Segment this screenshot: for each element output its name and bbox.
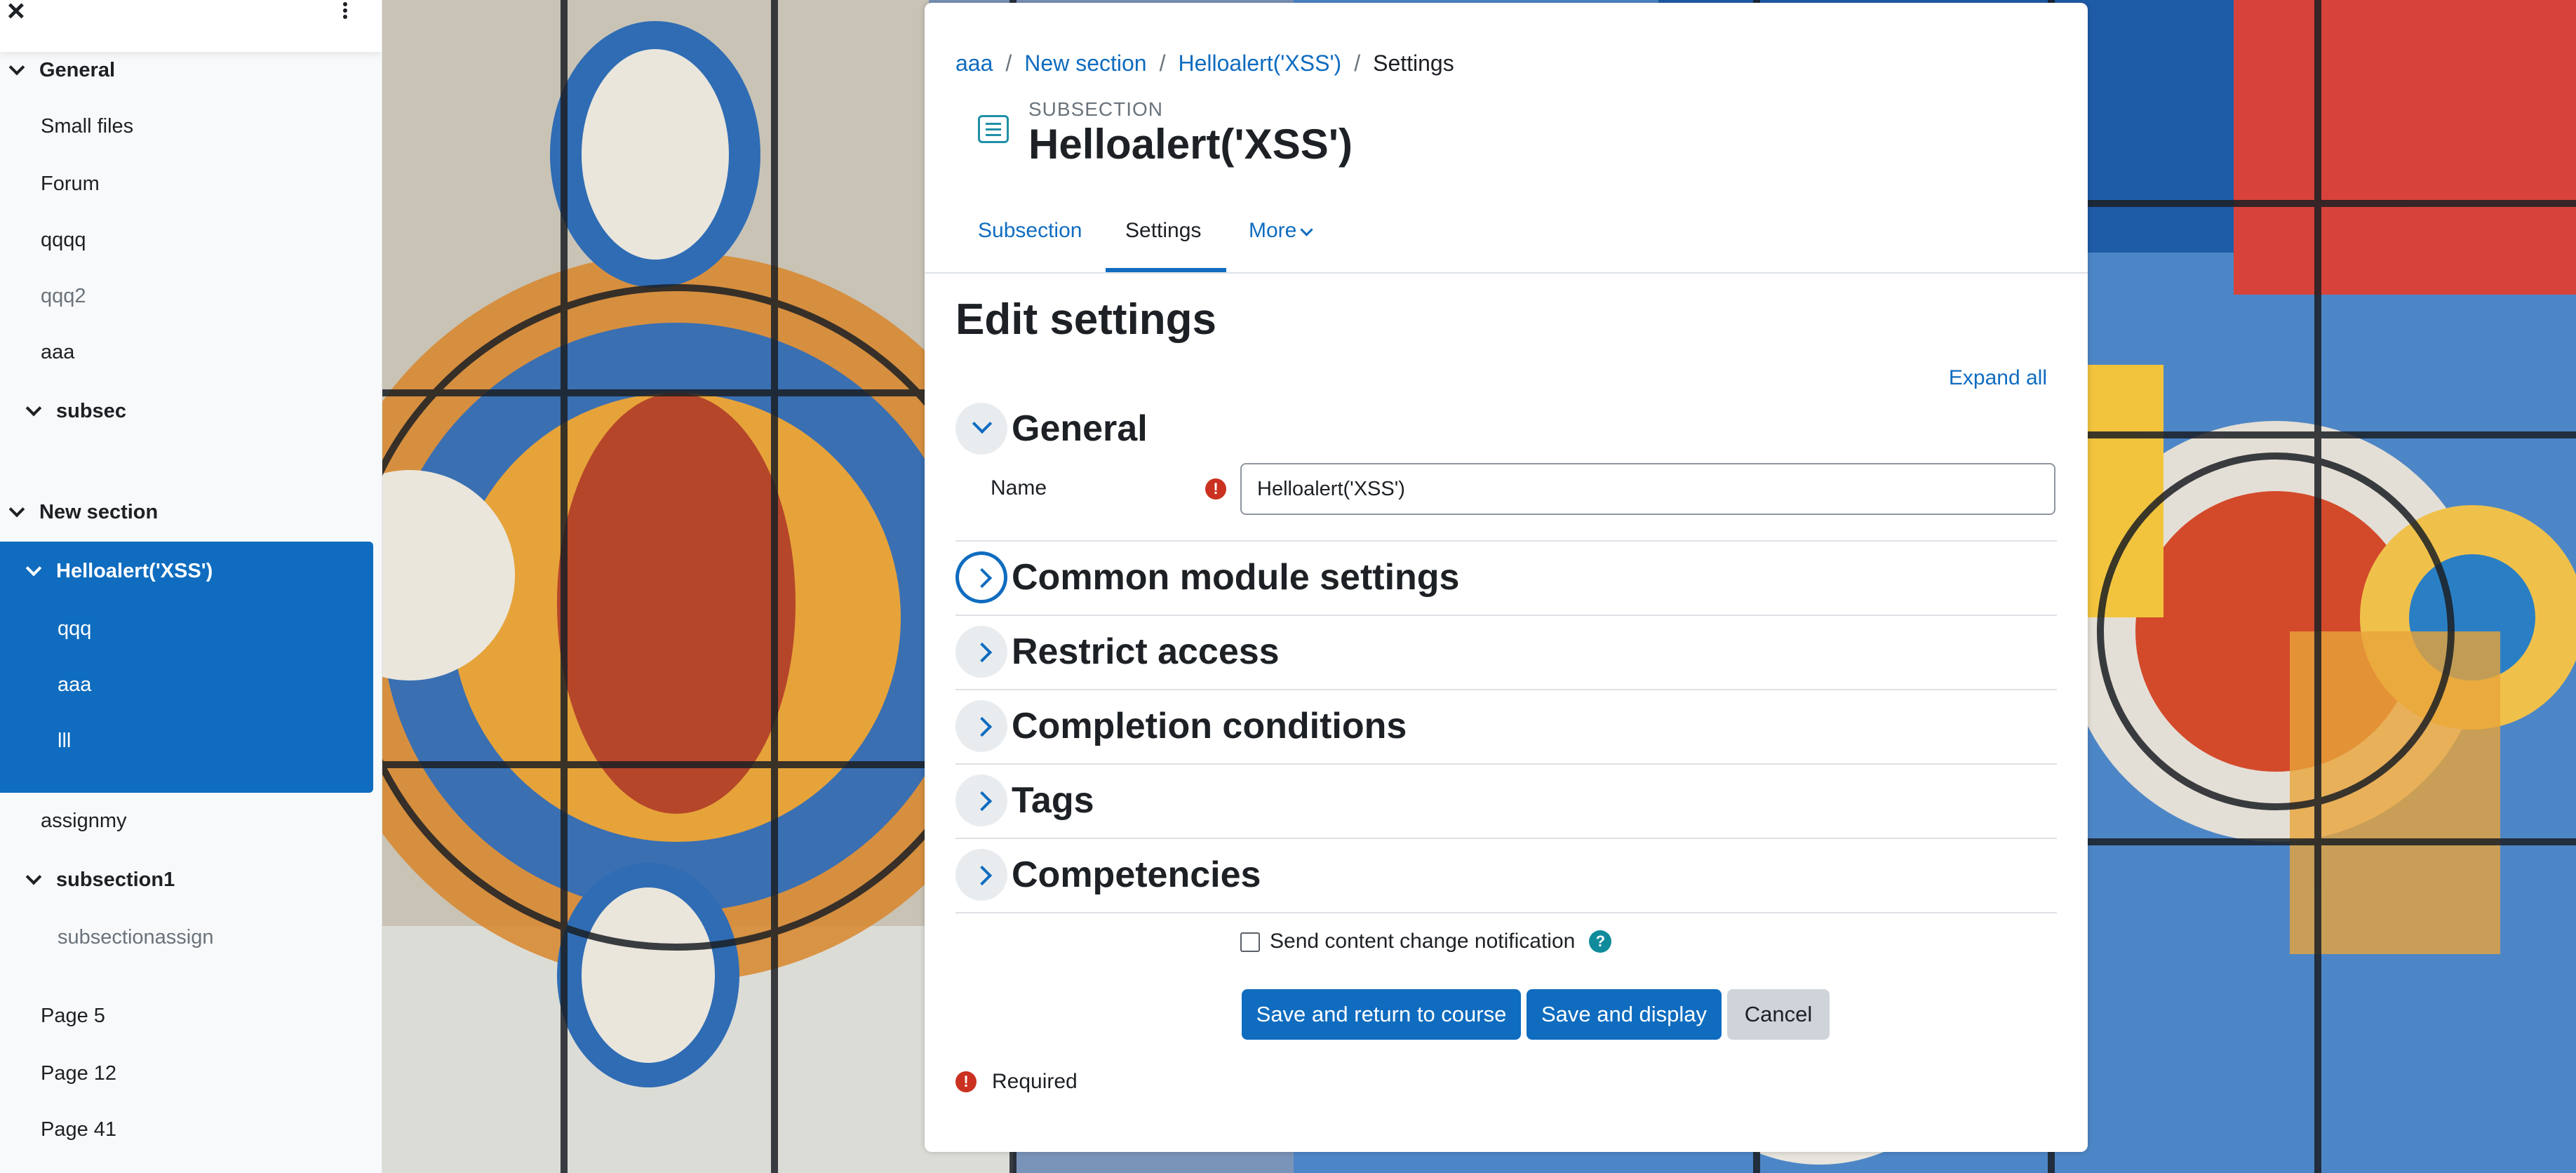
section-common-module-settings: Common module settings bbox=[955, 542, 2057, 616]
notification-checkbox-row: Send content change notification? bbox=[1240, 926, 1612, 957]
section-completion-conditions: Completion conditions bbox=[955, 690, 2057, 765]
subsection-icon bbox=[978, 115, 1009, 143]
breadcrumb-link-course[interactable]: aaa bbox=[955, 51, 993, 76]
section-toggle-restrict-access[interactable] bbox=[955, 626, 1007, 678]
nav-item-label: aaa bbox=[41, 341, 75, 363]
close-icon[interactable]: × bbox=[7, 0, 25, 27]
expand-all-link[interactable]: Expand all bbox=[1949, 366, 2047, 390]
nav-item-label: lll bbox=[58, 730, 72, 752]
drawer-header: × bbox=[0, 0, 382, 52]
breadcrumb-link-subsection[interactable]: Helloalert('XSS') bbox=[1178, 51, 1341, 76]
settings-card: aaa / New section / Helloalert('XSS') / Settin… bbox=[925, 3, 2088, 1152]
section-title[interactable]: Competencies bbox=[1012, 849, 1261, 901]
secondary-navigation: Subsection Settings More bbox=[925, 201, 2088, 274]
tab-settings[interactable]: Settings bbox=[1125, 215, 1201, 247]
chevron-down-icon bbox=[25, 400, 42, 417]
nav-item-label: aaa bbox=[58, 673, 92, 696]
section-toggle-tags[interactable] bbox=[955, 775, 1007, 826]
section-title[interactable]: Tags bbox=[1012, 775, 1094, 826]
chevron-right-icon bbox=[972, 791, 993, 812]
breadcrumb-link-section[interactable]: New section bbox=[1024, 51, 1146, 76]
chevron-right-icon bbox=[972, 716, 993, 737]
form-heading: Edit settings bbox=[955, 295, 1217, 344]
nav-item-label: qqq2 bbox=[41, 285, 86, 307]
nav-item-label: qqq bbox=[58, 617, 92, 640]
nav-item-label: subsection1 bbox=[56, 869, 175, 891]
section-tags: Tags bbox=[955, 765, 2057, 839]
chevron-down-icon bbox=[25, 869, 42, 885]
chevron-right-icon bbox=[972, 642, 993, 663]
chevron-down-icon bbox=[8, 59, 25, 76]
chevron-down-icon bbox=[1300, 223, 1314, 236]
tab-more[interactable]: More bbox=[1249, 215, 1314, 247]
nav-item-label: subsec bbox=[56, 400, 126, 422]
nav-item-label: Forum bbox=[41, 173, 100, 195]
breadcrumb-separator: / bbox=[1354, 51, 1361, 76]
breadcrumb-separator: / bbox=[1159, 51, 1166, 76]
section-title[interactable]: Common module settings bbox=[1012, 551, 1459, 603]
section-title-general[interactable]: General bbox=[1012, 403, 1148, 455]
tab-subsection[interactable]: Subsection bbox=[978, 215, 1082, 247]
nav-item-label: qqqq bbox=[41, 229, 86, 251]
nav-item-label: Page 12 bbox=[41, 1062, 117, 1085]
chevron-right-icon bbox=[972, 568, 993, 589]
section-title[interactable]: Restrict access bbox=[1012, 626, 1280, 678]
save-and-display-button[interactable]: Save and display bbox=[1527, 989, 1722, 1040]
chevron-right-icon bbox=[972, 865, 993, 886]
kebab-menu-icon[interactable] bbox=[338, 0, 352, 24]
section-toggle-common-module[interactable] bbox=[955, 551, 1007, 603]
active-tab-indicator bbox=[1106, 268, 1226, 272]
breadcrumb-current: Settings bbox=[1373, 51, 1454, 76]
required-text: Required bbox=[992, 1070, 1078, 1093]
nav-item-label: subsectionassign bbox=[58, 926, 214, 949]
nav-item-label: General bbox=[39, 59, 115, 81]
section-restrict-access: Restrict access bbox=[955, 616, 2057, 690]
nav-item-label: Page 41 bbox=[41, 1118, 117, 1141]
nav-item-label: Page 5 bbox=[41, 1005, 105, 1027]
nav-item-label: New section bbox=[39, 501, 159, 523]
help-icon[interactable]: ? bbox=[1589, 930, 1612, 953]
page-title: Helloalert('XSS') bbox=[1028, 121, 1353, 168]
section-title[interactable]: Completion conditions bbox=[1012, 700, 1407, 752]
notify-label[interactable]: Send content change notification bbox=[1270, 930, 1575, 953]
notify-checkbox[interactable] bbox=[1240, 932, 1260, 952]
nav-item-label: Helloalert('XSS') bbox=[56, 560, 213, 582]
section-toggle-general[interactable] bbox=[955, 403, 1007, 455]
name-input[interactable] bbox=[1240, 463, 2055, 515]
section-toggle-competencies[interactable] bbox=[955, 849, 1007, 901]
required-icon: ! bbox=[1205, 478, 1226, 500]
nav-item-label: assignmy bbox=[41, 810, 127, 832]
name-label: Name bbox=[991, 476, 1047, 500]
breadcrumb: aaa / New section / Helloalert('XSS') / Settin… bbox=[955, 49, 1454, 77]
section-general: General Name ! bbox=[955, 393, 2057, 542]
cancel-button[interactable]: Cancel bbox=[1727, 989, 1830, 1040]
required-legend: ! Required bbox=[955, 1066, 1078, 1097]
required-icon: ! bbox=[955, 1071, 977, 1092]
save-and-return-button[interactable]: Save and return to course bbox=[1242, 989, 1521, 1040]
nav-item-label: Small files bbox=[41, 115, 134, 138]
section-toggle-completion[interactable] bbox=[955, 700, 1007, 752]
breadcrumb-separator: / bbox=[1005, 51, 1012, 76]
chevron-down-icon bbox=[972, 413, 993, 434]
tab-more-label: More bbox=[1249, 219, 1297, 242]
chevron-down-icon bbox=[8, 501, 25, 518]
course-index-drawer: General Small files Forum qqqq qqq2 aaa … bbox=[0, 0, 382, 1173]
section-competencies: Competencies bbox=[955, 839, 2057, 913]
